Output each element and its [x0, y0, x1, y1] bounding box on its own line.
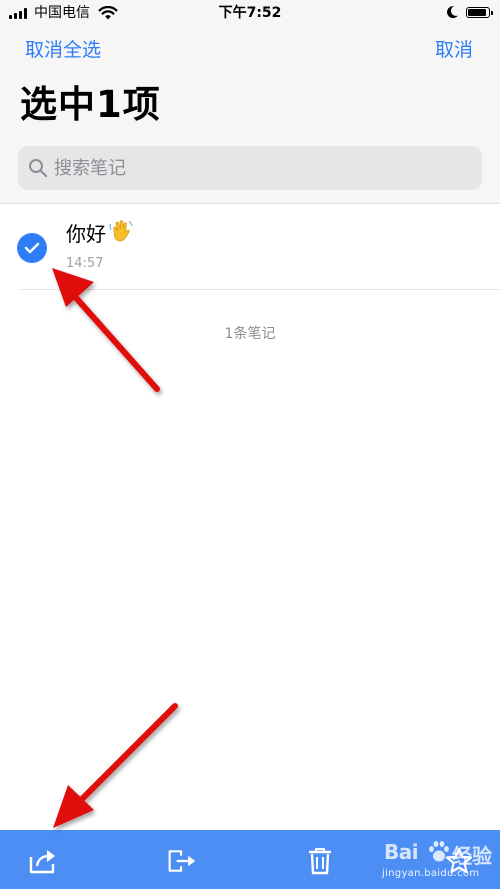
search-input[interactable]: [54, 146, 464, 190]
header: 取消全选 取消 选中1项: [0, 26, 500, 204]
pin-icon[interactable]: [444, 847, 474, 875]
search-icon: [29, 159, 48, 178]
selected-checkmark-icon[interactable]: [17, 233, 47, 263]
note-title: 你好: [66, 218, 134, 248]
deselect-all-button[interactable]: 取消全选: [25, 38, 101, 62]
status-time: 下午7:52: [218, 5, 282, 21]
note-list-item[interactable]: 你好 14:57: [0, 204, 500, 290]
cancel-button[interactable]: 取消: [435, 38, 473, 62]
notes-count: 1条笔记: [224, 326, 276, 342]
battery-icon: [466, 7, 493, 18]
bottom-toolbar: [0, 830, 500, 889]
note-timestamp: 14:57: [66, 256, 104, 271]
list-divider: [20, 289, 500, 290]
waving-hand-icon: [109, 220, 133, 242]
note-title-text: 你好: [66, 222, 106, 246]
status-bar: 中国电信 下午7:52: [0, 0, 500, 26]
moon-icon: [447, 6, 458, 19]
trash-icon[interactable]: [305, 847, 335, 875]
search-bar[interactable]: [18, 146, 482, 190]
share-icon[interactable]: [28, 847, 58, 875]
move-icon[interactable]: [167, 847, 197, 875]
page-title: 选中1项: [20, 83, 161, 126]
arrow-to-share: [53, 703, 178, 828]
